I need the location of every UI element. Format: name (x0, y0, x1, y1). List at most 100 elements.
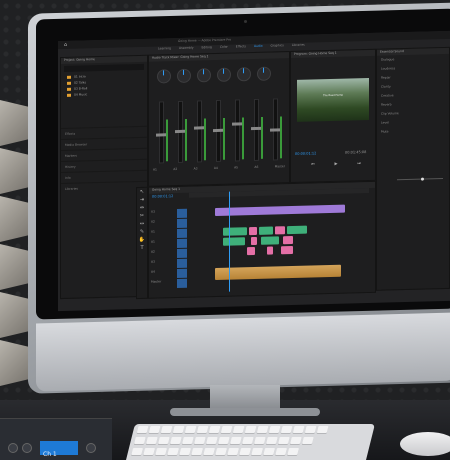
keyboard-key[interactable] (256, 426, 269, 433)
keyboard-key[interactable] (194, 437, 206, 444)
keyboard-key[interactable] (158, 437, 170, 444)
keyboard-key[interactable] (191, 448, 204, 455)
track-target-toggle[interactable] (177, 208, 187, 219)
home-icon[interactable]: ⌂ (64, 42, 69, 48)
keyboard-key[interactable] (292, 426, 305, 433)
type-tool-icon[interactable]: T (137, 244, 147, 252)
keyboard-key[interactable] (131, 448, 144, 455)
track-target-toggle[interactable] (177, 258, 187, 269)
audio-clip[interactable] (267, 246, 273, 255)
keyboard-key[interactable] (182, 437, 194, 444)
fader-handle[interactable] (232, 122, 242, 126)
track-target-toggle[interactable] (177, 248, 187, 259)
pan-knob[interactable] (157, 69, 171, 84)
keyboard-key[interactable] (184, 426, 197, 433)
keyboard-key[interactable] (206, 437, 218, 444)
channel-fader[interactable] (194, 100, 204, 163)
video-clip[interactable] (249, 226, 257, 236)
workspace-tab-audio[interactable]: Audio (254, 44, 263, 51)
pan-knob[interactable] (237, 67, 251, 82)
fader-handle[interactable] (213, 128, 223, 133)
workspace-tab-graphics[interactable]: Graphics (271, 43, 284, 50)
track-target-toggle[interactable] (177, 218, 187, 229)
audio-clip[interactable] (251, 236, 257, 246)
playhead[interactable] (229, 191, 230, 292)
keyboard-key[interactable] (304, 426, 317, 433)
workspace-tab-color[interactable]: Color (220, 45, 228, 52)
workspace-tab-assembly[interactable]: Assembly (179, 46, 193, 53)
track-target-toggle[interactable] (177, 268, 187, 279)
keyboard-key[interactable] (278, 437, 290, 444)
keyboard-key[interactable] (208, 426, 221, 433)
track-target-toggle[interactable] (177, 238, 187, 249)
keyboard-key[interactable] (227, 448, 240, 455)
keyboard-key[interactable] (302, 437, 314, 444)
pan-knob[interactable] (177, 68, 191, 84)
keyboard-key[interactable] (155, 448, 168, 455)
slip-tool-icon[interactable]: ↔ (137, 220, 147, 228)
keyboard-key[interactable] (232, 426, 245, 433)
level-slider[interactable] (397, 178, 443, 181)
keyboard-key[interactable] (316, 426, 329, 433)
pan-knob[interactable] (257, 66, 271, 81)
fader-handle[interactable] (194, 126, 204, 130)
program-timecode[interactable]: 00:00:01:12 (295, 151, 316, 156)
channel-fader[interactable] (213, 99, 223, 162)
keyboard-key[interactable] (160, 426, 173, 433)
workspace-tab-learning[interactable]: Learning (158, 46, 171, 53)
pen-tool-icon[interactable]: ✎ (137, 228, 147, 236)
device-knob[interactable] (86, 443, 96, 453)
keyboard-key[interactable] (251, 448, 264, 455)
audio-clip[interactable] (247, 246, 255, 256)
keyboard-key[interactable] (170, 437, 182, 444)
fader-handle[interactable] (251, 126, 261, 131)
workspace-tab-editing[interactable]: Editing (202, 45, 212, 52)
device-knob[interactable] (8, 443, 18, 453)
video-clip[interactable] (287, 225, 307, 235)
keyboard-key[interactable] (143, 448, 156, 455)
video-clip[interactable] (223, 227, 247, 236)
keyboard-key[interactable] (280, 426, 293, 433)
audio-clip[interactable] (223, 237, 245, 246)
keyboard-key[interactable] (266, 437, 278, 444)
keyboard-key[interactable] (220, 426, 233, 433)
workspace-tab-effects[interactable]: Effects (236, 44, 246, 51)
property-row[interactable]: Mute (377, 126, 449, 137)
fader-handle[interactable] (156, 133, 166, 137)
pan-knob[interactable] (197, 68, 211, 83)
panel-list-item-libraries[interactable]: Libraries (61, 180, 147, 195)
track-target-toggle[interactable] (177, 228, 187, 239)
keyboard-key[interactable] (218, 437, 230, 444)
keyboard-key[interactable] (167, 448, 180, 455)
keyboard-key[interactable] (215, 448, 228, 455)
keyboard-key[interactable] (244, 426, 257, 433)
audio-clip[interactable] (281, 245, 293, 255)
video-clip[interactable] (215, 204, 345, 217)
pan-knob[interactable] (217, 67, 231, 82)
level-slider-handle[interactable] (421, 177, 424, 181)
program-monitor-title[interactable]: Program: Going Home Seq 1 (291, 49, 375, 59)
channel-fader[interactable] (232, 99, 242, 162)
keyboard-key[interactable] (179, 448, 192, 455)
keyboard-key[interactable] (242, 437, 254, 444)
step-back-icon[interactable]: ⏮ (311, 161, 315, 167)
keyboard-key[interactable] (254, 437, 266, 444)
mouse[interactable] (400, 432, 450, 456)
step-forward-icon[interactable]: ⏭ (357, 160, 361, 166)
hand-tool-icon[interactable]: ✋ (137, 236, 147, 244)
project-search-input[interactable] (64, 63, 144, 72)
play-icon[interactable]: ▶ (334, 161, 337, 167)
keyboard-key[interactable] (196, 426, 209, 433)
video-clip[interactable] (275, 226, 285, 235)
audio-clip[interactable] (261, 236, 279, 245)
audio-clip[interactable] (283, 235, 293, 245)
video-preview[interactable]: The Road Home (297, 77, 369, 122)
keyboard[interactable] (125, 424, 375, 460)
track-select-icon[interactable]: ⇥ (137, 196, 147, 204)
channel-fader[interactable] (251, 98, 261, 161)
keyboard-key[interactable] (146, 437, 158, 444)
video-clip[interactable] (259, 226, 273, 235)
keyboard-key[interactable] (230, 437, 242, 444)
music-clip[interactable] (215, 264, 341, 281)
keyboard-key[interactable] (263, 448, 276, 455)
